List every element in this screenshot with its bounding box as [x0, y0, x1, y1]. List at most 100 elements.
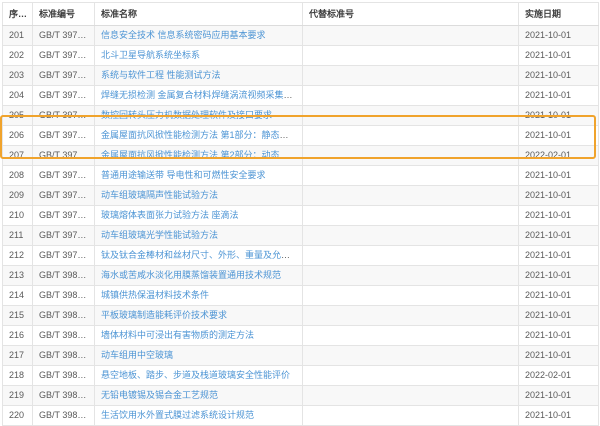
table-row: 214GB/T 39802-2021 城镇供热保温材料技术条件 2021-10-01 [3, 286, 599, 306]
row-index: 214 [3, 286, 33, 306]
standard-name-link[interactable]: 无铅电镀锡及锡合金工艺规范 [101, 390, 218, 400]
implementation-date: 2021-10-01 [519, 66, 599, 86]
implementation-date: 2021-10-01 [519, 266, 599, 286]
replaced-standard-code [303, 86, 519, 106]
row-index: 204 [3, 86, 33, 106]
replaced-standard-code [303, 226, 519, 246]
standard-code: GB/T 39796-2021 [33, 186, 95, 206]
standard-name-link[interactable]: 焊缝无损检测 金属复合材料焊缝涡流视频采集成检测方法 [101, 90, 303, 100]
implementation-date: 2021-10-01 [519, 406, 599, 426]
standard-name-link[interactable]: 金属屋面抗风掀性能检测方法 第2部分：动态压力法 [101, 150, 303, 160]
standard-code: GB/T 39799-2021 [33, 246, 95, 266]
implementation-date: 2021-10-01 [519, 46, 599, 66]
standard-name-link[interactable]: 海水或苦咸水淡化用膜蒸馏装置通用技术规范 [101, 270, 281, 280]
row-index: 202 [3, 46, 33, 66]
row-index: 210 [3, 206, 33, 226]
standard-name-cell: 平板玻璃制造能耗评价技术要求 [95, 306, 303, 326]
standard-name-link[interactable]: 动车组玻璃隔声性能试验方法 [101, 190, 218, 200]
standard-code: GB/T 39805-2021 [33, 346, 95, 366]
standard-name-cell: 悬空地板、踏步、步道及栈道玻璃安全性能评价 [95, 366, 303, 386]
table-row: 201GB/T 39786-2021信息安全技术 信息系统密码应用基本要求202… [3, 26, 599, 46]
standard-code: GB/T 39794.1-2021 [33, 126, 95, 146]
row-index: 201 [3, 26, 33, 46]
standard-name-link[interactable]: 悬空地板、踏步、步道及栈道玻璃安全性能评价 [101, 370, 290, 380]
standard-name-cell: 普通用途输送带 导电性和可燃性安全要求 [95, 166, 303, 186]
table-row: 212GB/T 39799-2021 钛及钛合金棒材和丝材尺寸、外形、重量及允许偏… [3, 246, 599, 266]
replaced-standard-code [303, 406, 519, 426]
standard-name-cell: 动车组玻璃隔声性能试验方法 [95, 186, 303, 206]
table-row: 208GB/T 39795-2021 普通用途输送带 导电性和可燃性安全要求 202… [3, 166, 599, 186]
replaced-standard-code [303, 306, 519, 326]
standard-code: GB/T 39806-2021 [33, 366, 95, 386]
row-index: 217 [3, 346, 33, 366]
table-row: 205GB/T 39790-2021数控回转头压力机数据处理软件及接口要求202… [3, 106, 599, 126]
table-row: 215GB/T 39803-2021平板玻璃制造能耗评价技术要求2021-10-… [3, 306, 599, 326]
standard-name-link[interactable]: 普通用途输送带 导电性和可燃性安全要求 [101, 170, 266, 180]
standard-name-link[interactable]: 城镇供热保温材料技术条件 [101, 290, 209, 300]
replaced-standard-code [303, 246, 519, 266]
row-index: 218 [3, 366, 33, 386]
row-index: 216 [3, 326, 33, 346]
table-header: 序号 标准编号 标准名称 代替标准号 实施日期 [3, 3, 599, 26]
standard-code: GB/T 39802-2021 [33, 286, 95, 306]
standard-name-link[interactable]: 金属屋面抗风掀性能检测方法 第1部分：静态压力法 [101, 130, 303, 140]
standard-name-cell: 数控回转头压力机数据处理软件及接口要求 [95, 106, 303, 126]
standard-name-link[interactable]: 平板玻璃制造能耗评价技术要求 [101, 310, 227, 320]
standard-name-link[interactable]: 钛及钛合金棒材和丝材尺寸、外形、重量及允许偏差 [101, 250, 303, 260]
standard-name-link[interactable]: 数控回转头压力机数据处理软件及接口要求 [101, 110, 272, 120]
standard-code: GB/T 39788-2021 [33, 66, 95, 86]
implementation-date: 2021-10-01 [519, 286, 599, 306]
standard-name-cell: 墙体材料中可浸出有害物质的测定方法 [95, 326, 303, 346]
implementation-date: 2021-10-01 [519, 346, 599, 366]
standard-name-link[interactable]: 动车组用中空玻璃 [101, 350, 173, 360]
implementation-date: 2021-10-01 [519, 306, 599, 326]
replaced-standard-code [303, 146, 519, 166]
standard-name-cell: 金属屋面抗风掀性能检测方法 第1部分：静态压力法 [95, 126, 303, 146]
replaced-standard-code [303, 46, 519, 66]
standard-code: GB/T 39803-2021 [33, 306, 95, 326]
implementation-date: 2021-10-01 [519, 326, 599, 346]
standard-name-cell: 北斗卫星导航系统坐标系 [95, 46, 303, 66]
implementation-date: 2021-10-01 [519, 186, 599, 206]
row-index: 208 [3, 166, 33, 186]
standard-code: GB/T 39795-2021 [33, 166, 95, 186]
standard-code: GB/T 39804-2021 [33, 326, 95, 346]
implementation-date: 2021-10-01 [519, 166, 599, 186]
column-header-code: 标准编号 [33, 3, 95, 26]
standard-name-cell: 海水或苦咸水淡化用膜蒸馏装置通用技术规范 [95, 266, 303, 286]
standard-name-link[interactable]: 信息安全技术 信息系统密码应用基本要求 [101, 30, 266, 40]
table-row: 202GB/T 39787-2021北斗卫星导航系统坐标系2021-10-01 [3, 46, 599, 66]
standard-name-link[interactable]: 墙体材料中可浸出有害物质的测定方法 [101, 330, 254, 340]
row-index: 212 [3, 246, 33, 266]
standard-name-link[interactable]: 北斗卫星导航系统坐标系 [101, 50, 200, 60]
column-header-index: 序号 [3, 3, 33, 26]
implementation-date: 2021-10-01 [519, 86, 599, 106]
replaced-standard-code [303, 366, 519, 386]
implementation-date: 2021-10-01 [519, 126, 599, 146]
replaced-standard-code [303, 266, 519, 286]
standard-name-cell: 金属屋面抗风掀性能检测方法 第2部分：动态压力法 [95, 146, 303, 166]
row-index: 203 [3, 66, 33, 86]
standard-name-link[interactable]: 系统与软件工程 性能测试方法 [101, 70, 221, 80]
standard-name-link[interactable]: 玻璃熔体表面张力试验方法 座滴法 [101, 210, 239, 220]
standards-table-container: 序号 标准编号 标准名称 代替标准号 实施日期 201GB/T 39786-20… [2, 2, 598, 426]
standard-name-cell: 系统与软件工程 性能测试方法 [95, 66, 303, 86]
standard-name-link[interactable]: 生活饮用水外置式膜过滤系统设计规范 [101, 410, 254, 420]
standards-table: 序号 标准编号 标准名称 代替标准号 实施日期 201GB/T 39786-20… [2, 2, 599, 426]
standard-code: GB/T 39794.2-2021 [33, 146, 95, 166]
replaced-standard-code [303, 26, 519, 46]
replaced-standard-code [303, 166, 519, 186]
replaced-standard-code [303, 66, 519, 86]
column-header-replaced: 代替标准号 [303, 3, 519, 26]
standard-name-cell: 钛及钛合金棒材和丝材尺寸、外形、重量及允许偏差 [95, 246, 303, 266]
standard-name-link[interactable]: 动车组玻璃光学性能试验方法 [101, 230, 218, 240]
implementation-date: 2022-02-01 [519, 146, 599, 166]
standard-name-cell: 焊缝无损检测 金属复合材料焊缝涡流视频采集成检测方法 [95, 86, 303, 106]
standard-code: GB/T 39790-2021 [33, 106, 95, 126]
implementation-date: 2021-10-01 [519, 106, 599, 126]
implementation-date: 2021-10-01 [519, 26, 599, 46]
table-row: 211GB/T 39798-2021动车组玻璃光学性能试验方法2021-10-0… [3, 226, 599, 246]
standard-name-cell: 信息安全技术 信息系统密码应用基本要求 [95, 26, 303, 46]
row-index: 213 [3, 266, 33, 286]
row-index: 209 [3, 186, 33, 206]
